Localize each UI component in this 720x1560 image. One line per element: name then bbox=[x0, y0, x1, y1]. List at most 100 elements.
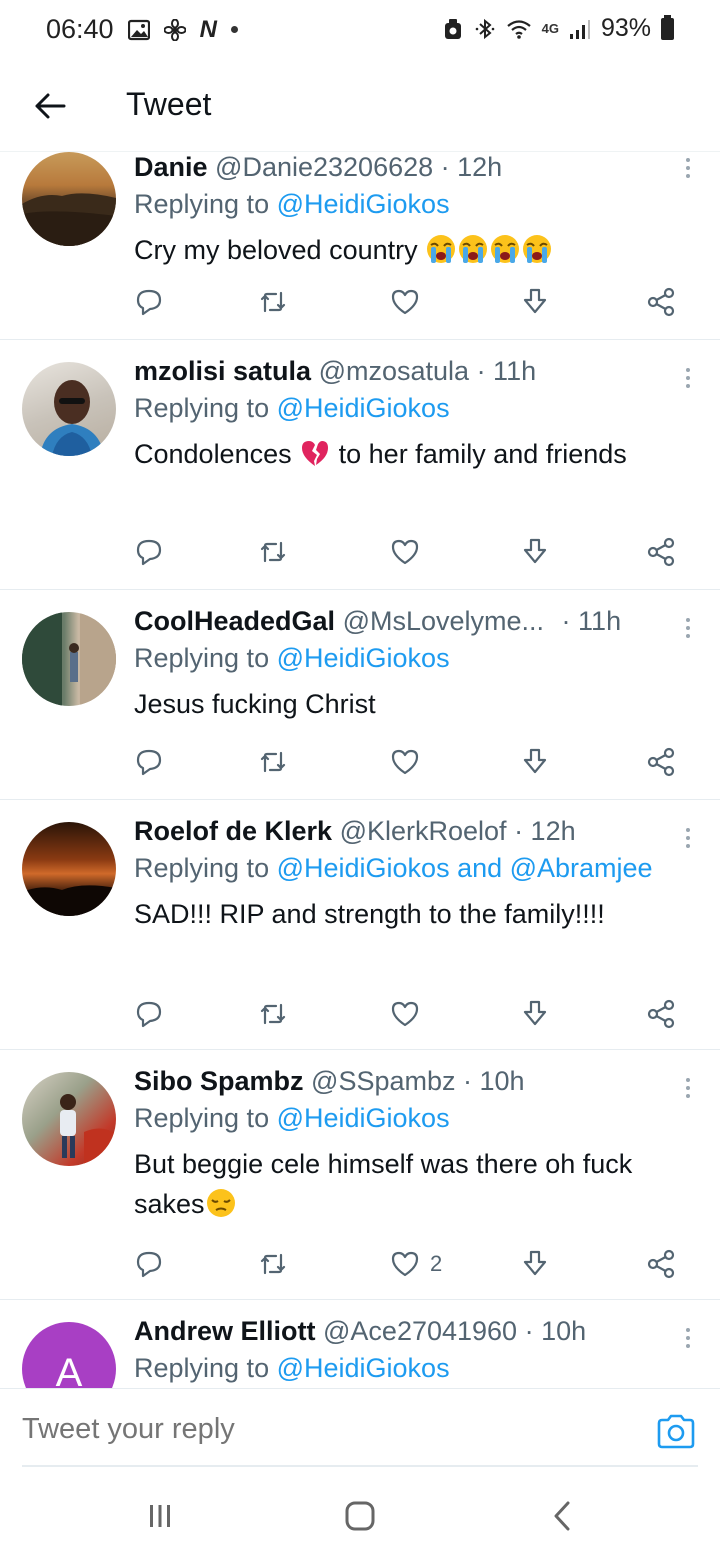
crying-face-emoji bbox=[425, 235, 553, 265]
reply-button[interactable] bbox=[134, 992, 164, 1036]
author-handle[interactable]: @mzosatula bbox=[319, 356, 469, 386]
replying-to: Replying to @HeidiGiokos and @Abramjee bbox=[134, 848, 696, 888]
share-button[interactable] bbox=[646, 530, 676, 574]
reply-button[interactable] bbox=[134, 740, 164, 784]
more-options-icon[interactable] bbox=[684, 158, 692, 178]
share-button[interactable] bbox=[646, 740, 676, 784]
share-icon bbox=[647, 287, 675, 317]
more-options-icon[interactable] bbox=[684, 828, 692, 848]
tweet-time: · 11h bbox=[561, 606, 622, 636]
mention-link[interactable]: @HeidiGiokos bbox=[277, 189, 450, 219]
tweet-item[interactable]: Roelof de Klerk @KlerkRoelof · 12h Reply… bbox=[0, 800, 720, 1050]
author-handle[interactable]: @Danie23206628 bbox=[215, 152, 433, 182]
download-button[interactable] bbox=[520, 992, 550, 1036]
author-handle[interactable]: @SSpambz bbox=[311, 1066, 455, 1096]
reply-button[interactable] bbox=[134, 1242, 164, 1286]
tweet-actions bbox=[134, 992, 694, 1036]
author-handle[interactable]: @Ace27041960 bbox=[323, 1316, 517, 1346]
share-button[interactable] bbox=[646, 1242, 676, 1286]
author-name[interactable]: Sibo Spambz bbox=[134, 1066, 304, 1096]
download-button[interactable] bbox=[520, 740, 550, 784]
recycle-icon bbox=[444, 18, 461, 39]
tweet-item[interactable]: CoolHeadedGal @MsLovelyme... · 11h Reply… bbox=[0, 590, 720, 800]
download-button[interactable] bbox=[520, 530, 550, 574]
author-name[interactable]: Danie bbox=[134, 152, 208, 182]
mention-link[interactable]: @HeidiGiokos bbox=[277, 1103, 450, 1133]
heart-icon bbox=[391, 289, 419, 315]
more-options-icon[interactable] bbox=[684, 1078, 692, 1098]
back-arrow-icon bbox=[35, 93, 66, 119]
avatar[interactable] bbox=[22, 1072, 116, 1166]
tweet-header: Roelof de Klerk @KlerkRoelof · 12h bbox=[134, 814, 696, 848]
like-button[interactable] bbox=[390, 280, 430, 324]
share-button[interactable] bbox=[646, 280, 676, 324]
tweet-item[interactable]: mzolisi satula @mzosatula · 11h Replying… bbox=[0, 340, 720, 590]
recents-button[interactable] bbox=[140, 1498, 180, 1534]
tweet-text-content: Cry my beloved country bbox=[134, 235, 418, 265]
replying-to-label: Replying to bbox=[134, 1353, 277, 1383]
avatar[interactable]: A bbox=[22, 1322, 116, 1388]
avatar[interactable] bbox=[22, 362, 116, 456]
n-icon: N bbox=[199, 15, 217, 43]
system-back-button[interactable] bbox=[544, 1498, 580, 1534]
replying-to: Replying to @HeidiGiokos bbox=[134, 1098, 696, 1138]
retweet-button[interactable] bbox=[258, 530, 288, 574]
mention-link[interactable]: @HeidiGiokos and @Abramjee bbox=[277, 853, 653, 883]
tweet-item[interactable]: Sibo Spambz @SSpambz · 10h Replying to @… bbox=[0, 1050, 720, 1300]
reply-button[interactable] bbox=[134, 280, 164, 324]
download-arrow-icon bbox=[523, 538, 547, 564]
mention-link[interactable]: @HeidiGiokos bbox=[277, 643, 450, 673]
author-name[interactable]: Roelof de Klerk bbox=[134, 816, 332, 846]
retweet-button[interactable] bbox=[258, 740, 288, 784]
replying-to: Replying to @HeidiGiokos bbox=[134, 638, 696, 678]
tweet-item[interactable]: A Andrew Elliott @Ace27041960 · 10h Repl… bbox=[0, 1300, 720, 1388]
like-button[interactable] bbox=[390, 992, 430, 1036]
back-arrow-button[interactable] bbox=[28, 84, 72, 128]
author-handle[interactable]: @KlerkRoelof bbox=[340, 816, 507, 846]
like-button[interactable]: 2 bbox=[390, 1242, 442, 1286]
author-handle[interactable]: @MsLovelyme... bbox=[343, 606, 544, 636]
home-button[interactable] bbox=[338, 1498, 382, 1534]
download-button[interactable] bbox=[520, 1242, 550, 1286]
share-icon bbox=[647, 999, 675, 1029]
more-options-icon[interactable] bbox=[684, 618, 692, 638]
tweet-time: · 11h bbox=[476, 356, 537, 386]
reply-button[interactable] bbox=[134, 530, 164, 574]
tweet-time: · 12h bbox=[514, 816, 576, 846]
tweet-header: mzolisi satula @mzosatula · 11h bbox=[134, 354, 696, 388]
reply-input[interactable] bbox=[22, 1403, 642, 1455]
share-icon bbox=[647, 747, 675, 777]
tweet-actions bbox=[134, 740, 694, 784]
signal-icon bbox=[569, 19, 590, 39]
tweet-header: Sibo Spambz @SSpambz · 10h bbox=[134, 1064, 696, 1098]
replying-to-label: Replying to bbox=[134, 853, 277, 883]
reply-underline bbox=[22, 1465, 698, 1467]
replies-list[interactable]: Danie @Danie23206628 · 12h Replying to @… bbox=[0, 152, 720, 1388]
replying-to-label: Replying to bbox=[134, 643, 277, 673]
notification-dot bbox=[230, 26, 238, 33]
tweet-item[interactable]: Danie @Danie23206628 · 12h Replying to @… bbox=[0, 152, 720, 340]
download-button[interactable] bbox=[520, 280, 550, 324]
retweet-button[interactable] bbox=[258, 1242, 288, 1286]
retweet-button[interactable] bbox=[258, 280, 288, 324]
camera-icon[interactable] bbox=[656, 1413, 696, 1449]
avatar[interactable] bbox=[22, 822, 116, 916]
author-name[interactable]: CoolHeadedGal bbox=[134, 606, 335, 636]
replying-to: Replying to @HeidiGiokos bbox=[134, 1348, 696, 1388]
retweet-icon bbox=[260, 1003, 286, 1025]
mention-link[interactable]: @HeidiGiokos bbox=[277, 393, 450, 423]
like-button[interactable] bbox=[390, 740, 430, 784]
mention-link[interactable]: @HeidiGiokos bbox=[277, 1353, 450, 1383]
more-options-icon[interactable] bbox=[684, 1328, 692, 1348]
avatar-letter: A bbox=[55, 1350, 83, 1389]
author-name[interactable]: mzolisi satula bbox=[134, 356, 311, 386]
like-button[interactable] bbox=[390, 530, 430, 574]
recents-icon bbox=[150, 1505, 170, 1527]
avatar[interactable] bbox=[22, 152, 116, 246]
download-arrow-icon bbox=[523, 1000, 547, 1026]
more-options-icon[interactable] bbox=[684, 368, 692, 388]
avatar[interactable] bbox=[22, 612, 116, 706]
author-name[interactable]: Andrew Elliott bbox=[134, 1316, 316, 1346]
share-button[interactable] bbox=[646, 992, 676, 1036]
retweet-button[interactable] bbox=[258, 992, 288, 1036]
